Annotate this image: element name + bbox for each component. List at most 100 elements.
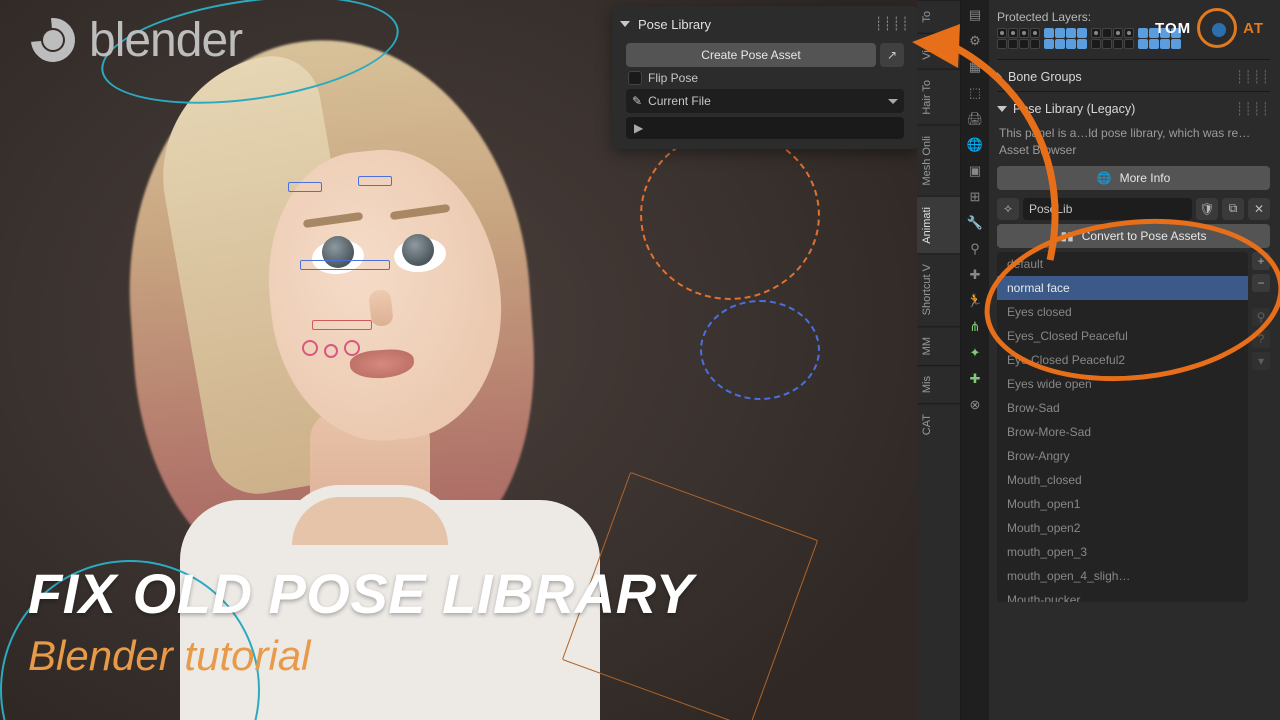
- pose-item[interactable]: Eyes_Closed Peaceful: [997, 324, 1248, 348]
- create-pose-asset-button[interactable]: Create Pose Asset: [626, 43, 876, 67]
- pose-library-legacy-label: Pose Library (Legacy): [1013, 102, 1135, 116]
- layer-toggle[interactable]: [1019, 39, 1029, 49]
- sanitize-button[interactable]: ?: [1252, 330, 1270, 348]
- expand-row[interactable]: ▶: [626, 117, 904, 139]
- poselib-name: PoseLib: [1029, 202, 1072, 216]
- layer-toggle[interactable]: [997, 39, 1007, 49]
- layer-toggle[interactable]: [1066, 28, 1076, 38]
- datablock-type-icon[interactable]: ✧: [997, 198, 1019, 220]
- add-pose-button[interactable]: +: [1252, 252, 1270, 270]
- blender-logo: blender: [25, 12, 242, 68]
- duplicate-icon[interactable]: ⧉: [1222, 198, 1244, 220]
- prop-tab-collection-icon[interactable]: ▣: [966, 162, 984, 180]
- tomcat-icon: [1197, 8, 1237, 48]
- vtab-mesh[interactable]: Mesh Onli: [917, 125, 960, 196]
- prop-tab-data-icon[interactable]: ✦: [966, 344, 984, 362]
- pose-item[interactable]: Brow-More-Sad: [997, 420, 1248, 444]
- layer-toggle[interactable]: [997, 28, 1007, 38]
- layer-toggle[interactable]: [1077, 39, 1087, 49]
- prop-tab-print-icon[interactable]: 🖨: [966, 110, 984, 128]
- file-select[interactable]: ✎ Current File: [626, 89, 904, 113]
- pose-item[interactable]: mouth_open_4_sligh…: [997, 564, 1248, 588]
- layer-toggle[interactable]: [1102, 28, 1112, 38]
- layer-toggle[interactable]: [1008, 39, 1018, 49]
- chevron-down-icon: [888, 99, 898, 104]
- layer-toggle[interactable]: [1030, 39, 1040, 49]
- convert-to-pose-assets-button[interactable]: ▮▮ Convert to Pose Assets: [997, 224, 1270, 248]
- layer-toggle[interactable]: [1124, 39, 1134, 49]
- popout-icon[interactable]: ↗: [880, 43, 904, 67]
- pose-item[interactable]: Mouth_open2: [997, 516, 1248, 540]
- legacy-info-text: This panel is a…ld pose library, which w…: [999, 125, 1268, 160]
- layer-toggle[interactable]: [1044, 39, 1054, 49]
- chevron-down-icon: [620, 21, 630, 27]
- prop-tab-armature-icon[interactable]: 🏃: [966, 292, 984, 310]
- pose-item[interactable]: default: [997, 252, 1248, 276]
- prop-tab-object-icon[interactable]: ⊞: [966, 188, 984, 206]
- layer-toggle[interactable]: [1138, 28, 1148, 38]
- prop-tab-constraint-icon[interactable]: ⋔: [966, 318, 984, 336]
- pose-item[interactable]: Mouth_closed: [997, 468, 1248, 492]
- pose-item[interactable]: Brow-Angry: [997, 444, 1248, 468]
- bone-groups-header[interactable]: Bone Groups ┊┊┊┊: [997, 66, 1270, 87]
- prop-tab-material-icon[interactable]: ⊗: [966, 396, 984, 414]
- panel-header[interactable]: Pose Library ┊┊┊┊: [618, 12, 912, 40]
- pose-list[interactable]: defaultnormal faceEyes closedEyes_Closed…: [997, 252, 1248, 602]
- prop-tab-bone-icon[interactable]: ✚: [966, 370, 984, 388]
- layer-toggle[interactable]: [1044, 28, 1054, 38]
- remove-pose-button[interactable]: −: [1252, 274, 1270, 292]
- vtab-vie[interactable]: Vie: [917, 33, 960, 70]
- flip-pose-checkbox[interactable]: [628, 71, 642, 85]
- apply-pose-button[interactable]: ⚲: [1252, 308, 1270, 326]
- vtab-hair[interactable]: Hair To: [917, 69, 960, 125]
- layer-toggle[interactable]: [1030, 28, 1040, 38]
- vtab-cat[interactable]: CAT: [917, 403, 960, 445]
- drag-handle-icon[interactable]: ┊┊┊┊: [1236, 101, 1270, 116]
- layer-toggle[interactable]: [1019, 28, 1029, 38]
- layer-toggle[interactable]: [1091, 28, 1101, 38]
- prop-tab-particles-icon[interactable]: ⚲: [966, 240, 984, 258]
- pose-item[interactable]: Eye Closed Peaceful2: [997, 348, 1248, 372]
- bone-groups-label: Bone Groups: [1008, 70, 1082, 84]
- pose-library-panel: Pose Library ┊┊┊┊ Create Pose Asset ↗ Fl…: [612, 6, 918, 149]
- pose-item[interactable]: Brow-Sad: [997, 396, 1248, 420]
- fake-user-icon[interactable]: 🛡: [1196, 198, 1218, 220]
- prop-tab-physics-icon[interactable]: ✚: [966, 266, 984, 284]
- layer-toggle[interactable]: [1138, 39, 1148, 49]
- pose-item[interactable]: mouth_open_3: [997, 540, 1248, 564]
- unlink-icon[interactable]: ✕: [1248, 198, 1270, 220]
- prop-tab-render-icon[interactable]: ▤: [966, 6, 984, 24]
- specials-menu-button[interactable]: ▾: [1252, 352, 1270, 370]
- layer-toggle[interactable]: [1091, 39, 1101, 49]
- poselib-name-field[interactable]: PoseLib: [1023, 198, 1192, 220]
- drag-handle-icon[interactable]: ┊┊┊┊: [1236, 69, 1270, 84]
- prop-tab-output-icon[interactable]: ⚙: [966, 32, 984, 50]
- layer-toggle[interactable]: [1008, 28, 1018, 38]
- layer-toggle[interactable]: [1113, 28, 1123, 38]
- prop-tab-scene-icon[interactable]: ⬚: [966, 84, 984, 102]
- prop-tab-view-icon[interactable]: ▦: [966, 58, 984, 76]
- drag-handle-icon[interactable]: ┊┊┊┊: [875, 16, 910, 32]
- layer-toggle[interactable]: [1055, 28, 1065, 38]
- pose-item[interactable]: Mouth_open1: [997, 492, 1248, 516]
- chevron-right-icon: [997, 72, 1002, 82]
- layer-toggle[interactable]: [1066, 39, 1076, 49]
- pose-library-legacy-header[interactable]: Pose Library (Legacy) ┊┊┊┊: [997, 98, 1270, 119]
- vtab-animati[interactable]: Animati: [917, 196, 960, 254]
- vtab-mm[interactable]: MM: [917, 326, 960, 365]
- more-info-button[interactable]: 🌐 More Info: [997, 166, 1270, 190]
- vtab-shortcut[interactable]: Shortcut V: [917, 253, 960, 325]
- vtab-to[interactable]: To: [917, 0, 960, 33]
- pose-item[interactable]: Eyes wide open: [997, 372, 1248, 396]
- vtab-mis[interactable]: Mis: [917, 365, 960, 403]
- layer-toggle[interactable]: [1102, 39, 1112, 49]
- layer-toggle[interactable]: [1124, 28, 1134, 38]
- pose-item[interactable]: Eyes closed: [997, 300, 1248, 324]
- pose-item[interactable]: normal face: [997, 276, 1248, 300]
- prop-tab-world-icon[interactable]: 🌐: [966, 136, 984, 154]
- layer-toggle[interactable]: [1113, 39, 1123, 49]
- prop-tab-modifier-icon[interactable]: 🔧: [966, 214, 984, 232]
- layer-toggle[interactable]: [1055, 39, 1065, 49]
- pose-item[interactable]: Mouth-pucker: [997, 588, 1248, 602]
- layer-toggle[interactable]: [1077, 28, 1087, 38]
